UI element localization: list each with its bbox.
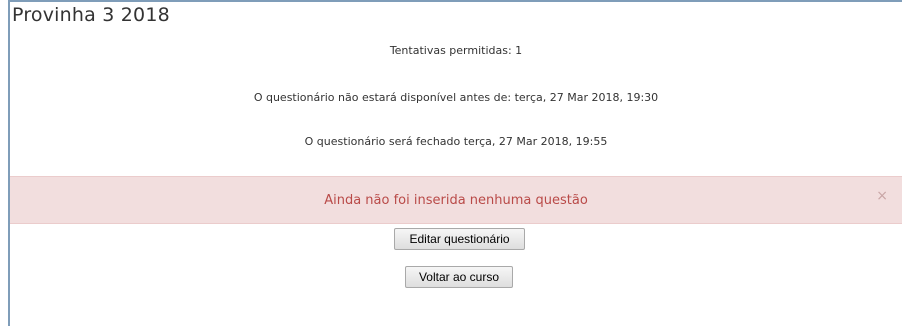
edit-quiz-button[interactable]: Editar questionário bbox=[394, 228, 525, 250]
back-to-course-button[interactable]: Voltar ao curso bbox=[405, 266, 513, 288]
page-title: Provinha 3 2018 bbox=[12, 4, 170, 26]
open-date-text: O questionário não estará disponível ant… bbox=[253, 91, 659, 104]
close-date-text: O questionário será fechado terça, 27 Ma… bbox=[304, 135, 608, 148]
no-questions-alert: Ainda não foi inserida nenhuma questão × bbox=[10, 176, 902, 224]
close-icon[interactable]: × bbox=[876, 189, 888, 203]
alert-message: Ainda não foi inserida nenhuma questão bbox=[324, 193, 588, 208]
attempts-allowed-text: Tentativas permitidas: 1 bbox=[389, 44, 523, 57]
